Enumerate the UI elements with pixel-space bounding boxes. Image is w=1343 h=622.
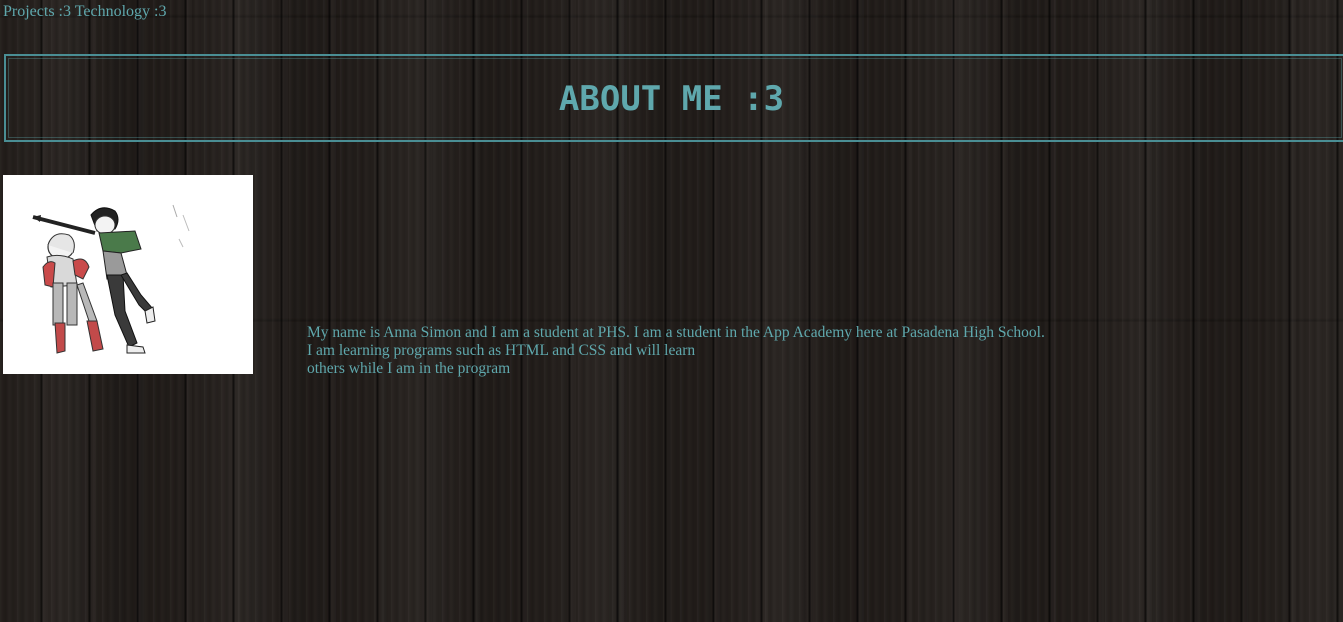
profile-illustration bbox=[3, 175, 253, 374]
bio-text: My name is Anna Simon and I am a student… bbox=[307, 324, 1045, 378]
page-title: ABOUT ME :3 bbox=[558, 79, 785, 119]
bio-line: My name is Anna Simon and I am a student… bbox=[307, 324, 1045, 341]
bio-line: I am learning programs such as HTML and … bbox=[307, 342, 696, 359]
nav-link-projects[interactable]: Projects :3 bbox=[3, 3, 71, 20]
header-banner: ABOUT ME :3 bbox=[0, 56, 1343, 142]
bio-line: others while I am in the program bbox=[307, 360, 511, 377]
anime-illustration-icon bbox=[3, 175, 253, 374]
top-nav: Projects :3 Technology :3 bbox=[3, 3, 166, 21]
nav-link-technology[interactable]: Technology :3 bbox=[75, 3, 167, 20]
